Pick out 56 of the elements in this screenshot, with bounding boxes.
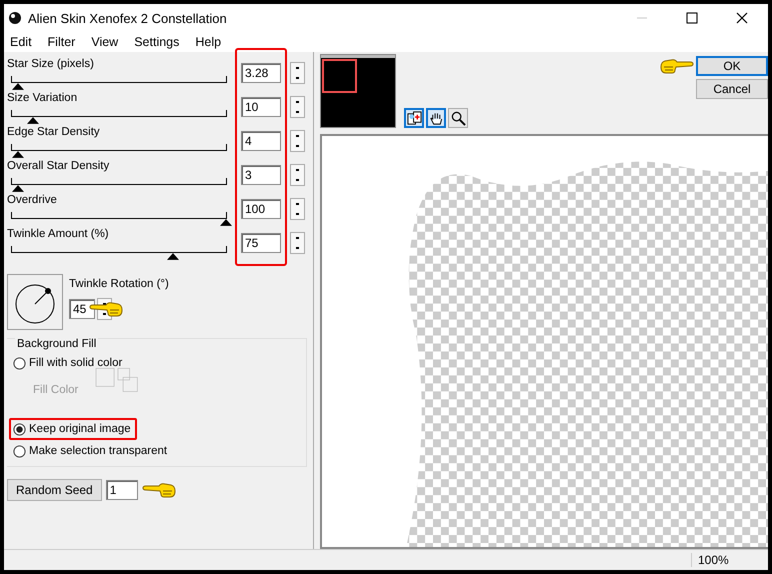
hand-tool[interactable] — [426, 108, 446, 128]
spin-buttons[interactable] — [290, 130, 305, 152]
slider-label: Twinkle Amount (%) — [7, 228, 110, 242]
value-field[interactable]: 4 — [241, 131, 281, 151]
menu-item[interactable]: Edit — [10, 35, 32, 49]
close-button[interactable] — [734, 10, 750, 26]
menu-item[interactable]: Filter — [48, 35, 76, 49]
slider-label: Edge Star Density — [7, 126, 101, 140]
slider-thumb[interactable] — [27, 117, 40, 124]
preview-tool[interactable] — [404, 108, 424, 128]
spin-buttons[interactable] — [290, 198, 305, 220]
pointing-hand-icon — [660, 57, 694, 75]
menu-item[interactable]: View — [91, 35, 118, 49]
zoom-tool[interactable] — [448, 108, 468, 128]
fill-color-label: Fill Color — [33, 384, 78, 396]
slider-thumb[interactable] — [166, 253, 178, 260]
slider-label: Size Variation — [7, 92, 78, 106]
spin-buttons[interactable] — [290, 164, 305, 186]
window-title: Alien Skin Xenofex 2 Constellation — [28, 10, 227, 26]
navigator-thumbnail[interactable] — [320, 54, 396, 128]
rotation-label: Twinkle Rotation (°) — [69, 278, 169, 292]
seed-field[interactable]: 1 — [106, 480, 138, 500]
menu-item[interactable]: Settings — [134, 35, 180, 49]
menu-item[interactable]: Help — [195, 35, 222, 49]
app-icon — [8, 11, 22, 25]
radio-button[interactable] — [13, 356, 26, 370]
value-field[interactable]: 3 — [241, 165, 281, 185]
spin-buttons[interactable] — [290, 232, 305, 254]
slider-thumb[interactable] — [12, 83, 24, 90]
rotation-field[interactable]: 45 — [69, 299, 95, 319]
value-field[interactable]: 75 — [241, 233, 281, 253]
ok-button[interactable]: OK — [696, 56, 768, 76]
radio-option[interactable]: Make selection transparent — [9, 440, 174, 462]
cancel-button[interactable]: Cancel — [696, 79, 768, 99]
slider-label: Star Size (pixels) — [7, 58, 95, 72]
value-field[interactable]: 3.28 — [241, 63, 281, 83]
rotation-dial[interactable] — [7, 274, 63, 330]
slider-label: Overall Star Density — [7, 160, 110, 174]
group-title: Background Fill — [15, 338, 98, 350]
value-field[interactable]: 10 — [241, 97, 281, 117]
radio-button[interactable] — [13, 444, 26, 458]
radio-button[interactable] — [13, 422, 26, 436]
slider-thumb[interactable] — [220, 219, 232, 226]
spin-buttons[interactable] — [290, 62, 305, 84]
slider-thumb[interactable] — [12, 185, 24, 192]
slider-label: Overdrive — [7, 194, 58, 208]
radio-option[interactable]: Keep original image — [9, 418, 137, 440]
value-field[interactable]: 100 — [241, 199, 281, 219]
pointing-hand-icon — [142, 481, 176, 499]
pointing-hand-icon — [89, 300, 123, 318]
slider-thumb[interactable] — [12, 151, 24, 158]
maximize-button[interactable] — [684, 10, 700, 26]
zoom-level: 100% — [691, 553, 768, 567]
radio-option[interactable]: Fill with solid color — [9, 352, 128, 374]
spin-buttons[interactable] — [290, 96, 305, 118]
random-seed-button[interactable]: Random Seed — [7, 479, 102, 501]
